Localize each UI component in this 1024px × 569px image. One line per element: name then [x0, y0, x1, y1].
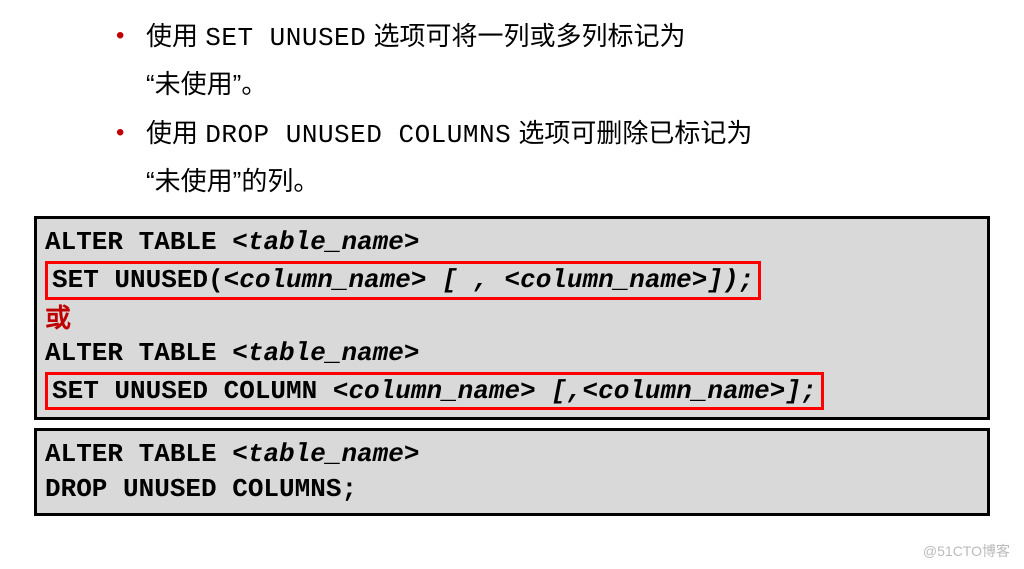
bullet1-code: SET UNUSED [205, 23, 366, 53]
code1-or: 或 [45, 301, 979, 336]
bullet-list: • 使用 SET UNUSED 选项可将一列或多列标记为 “未使用”。 • 使用… [28, 14, 996, 204]
code1-line1: ALTER TABLE <table_name> [45, 225, 979, 260]
bullet-item-1: • 使用 SET UNUSED 选项可将一列或多列标记为 “未使用”。 [28, 14, 996, 107]
bullet2-post: 选项可删除已标记为 [511, 118, 752, 148]
bullet2-pre: 使用 [146, 118, 205, 148]
bullet1-pre: 使用 [146, 21, 205, 51]
bullet-item-2: • 使用 DROP UNUSED COLUMNS 选项可删除已标记为 “未使用”… [28, 111, 996, 204]
code-block-2: ALTER TABLE <table_name> DROP UNUSED COL… [34, 428, 990, 516]
code1-line4-highlight: SET UNUSED COLUMN <column_name> [,<colum… [45, 372, 824, 411]
watermark: @51CTO博客 [923, 541, 1010, 561]
code2-line2: DROP UNUSED COLUMNS; [45, 472, 979, 507]
code1-line3: ALTER TABLE <table_name> [45, 336, 979, 371]
bullet1-post: 选项可将一列或多列标记为 [366, 21, 685, 51]
bullet-dot: • [116, 14, 124, 58]
bullet-dot: • [116, 111, 124, 155]
bullet2-code: DROP UNUSED COLUMNS [205, 120, 511, 150]
code2-line1: ALTER TABLE <table_name> [45, 437, 979, 472]
code-block-1: ALTER TABLE <table_name> SET UNUSED(<col… [34, 216, 990, 420]
bullet2-cont: “未使用”的列。 [146, 166, 319, 196]
bullet1-cont: “未使用”。 [146, 69, 267, 99]
code1-line2-highlight: SET UNUSED(<column_name> [ , <column_nam… [45, 261, 761, 300]
slide-content: • 使用 SET UNUSED 选项可将一列或多列标记为 “未使用”。 • 使用… [0, 0, 1024, 516]
